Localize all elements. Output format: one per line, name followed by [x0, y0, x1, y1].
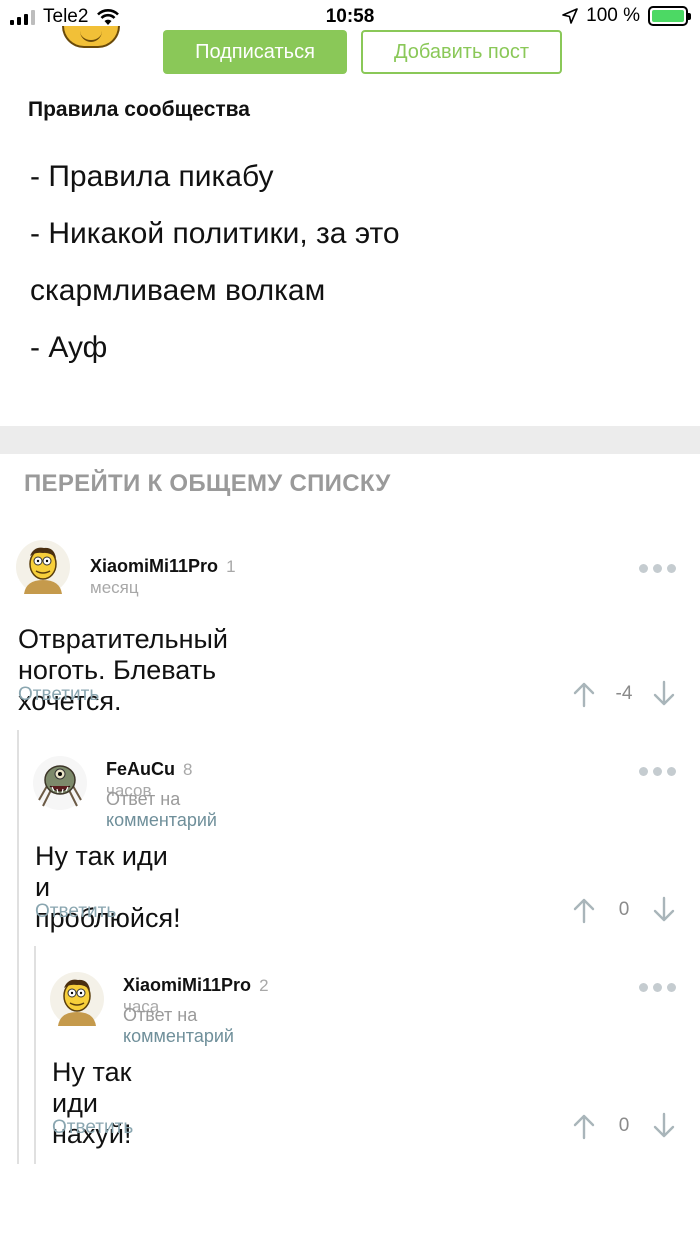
- rules-line: - Ауф: [30, 331, 108, 364]
- upvote-arrow-icon[interactable]: [570, 1112, 598, 1140]
- more-options-icon[interactable]: [636, 981, 676, 993]
- downvote-arrow-icon[interactable]: [650, 1112, 678, 1140]
- avatar[interactable]: [50, 972, 104, 1026]
- reply-to-line: Ответ на комментарий: [123, 1005, 234, 1047]
- battery-icon: [648, 6, 691, 26]
- vote-block: 0: [570, 896, 678, 924]
- reply-button[interactable]: Ответить: [35, 901, 116, 923]
- status-bar-right: 100 %: [562, 5, 691, 27]
- rules-list: - Правила пикабу - Никакой политики, за …: [30, 148, 590, 376]
- thread-line: [17, 730, 19, 1164]
- rules-line: - Правила пикабу: [30, 160, 274, 193]
- author-name[interactable]: XiaomiMi11Pro: [90, 556, 218, 576]
- reply-to-prefix: Ответ на: [123, 1005, 198, 1025]
- location-arrow-icon: [562, 8, 578, 24]
- comment-score: 0: [618, 899, 630, 920]
- reply-button[interactable]: Ответить: [18, 684, 99, 706]
- comment-author[interactable]: XiaomiMi11Pro 1 месяц: [90, 556, 236, 598]
- thread-line: [34, 946, 36, 1164]
- vote-block: 0: [570, 1112, 678, 1140]
- reply-to-line: Ответ на комментарий: [106, 789, 217, 831]
- downvote-arrow-icon[interactable]: [650, 896, 678, 924]
- downvote-arrow-icon[interactable]: [650, 680, 678, 708]
- add-post-button[interactable]: Добавить пост: [361, 30, 562, 74]
- avatar[interactable]: [33, 756, 87, 810]
- upvote-arrow-icon[interactable]: [570, 896, 598, 924]
- rules-title: Правила сообщества: [28, 98, 250, 121]
- goto-list-link[interactable]: ПЕРЕЙТИ К ОБЩЕМУ СПИСКУ: [24, 470, 391, 498]
- author-name[interactable]: FeAuCu: [106, 759, 175, 779]
- reply-button[interactable]: Ответить: [52, 1117, 133, 1139]
- author-name[interactable]: XiaomiMi11Pro: [123, 975, 251, 995]
- rules-line: скармливаем волкам: [30, 274, 326, 307]
- subscribe-button[interactable]: Подписаться: [163, 30, 347, 74]
- reply-to-link[interactable]: комментарий: [106, 810, 217, 830]
- section-divider: [0, 426, 700, 454]
- comment-score: -4: [615, 683, 633, 704]
- community-avatar: [62, 26, 120, 48]
- more-options-icon[interactable]: [636, 562, 676, 574]
- reply-to-prefix: Ответ на: [106, 789, 181, 809]
- reply-to-link[interactable]: комментарий: [123, 1026, 234, 1046]
- battery-percent: 100 %: [586, 5, 640, 26]
- more-options-icon[interactable]: [636, 765, 676, 777]
- vote-block: -4: [570, 680, 678, 708]
- avatar[interactable]: [16, 540, 70, 594]
- comment-score: 0: [618, 1115, 630, 1136]
- rules-line: - Никакой политики, за это: [30, 217, 400, 250]
- upvote-arrow-icon[interactable]: [570, 680, 598, 708]
